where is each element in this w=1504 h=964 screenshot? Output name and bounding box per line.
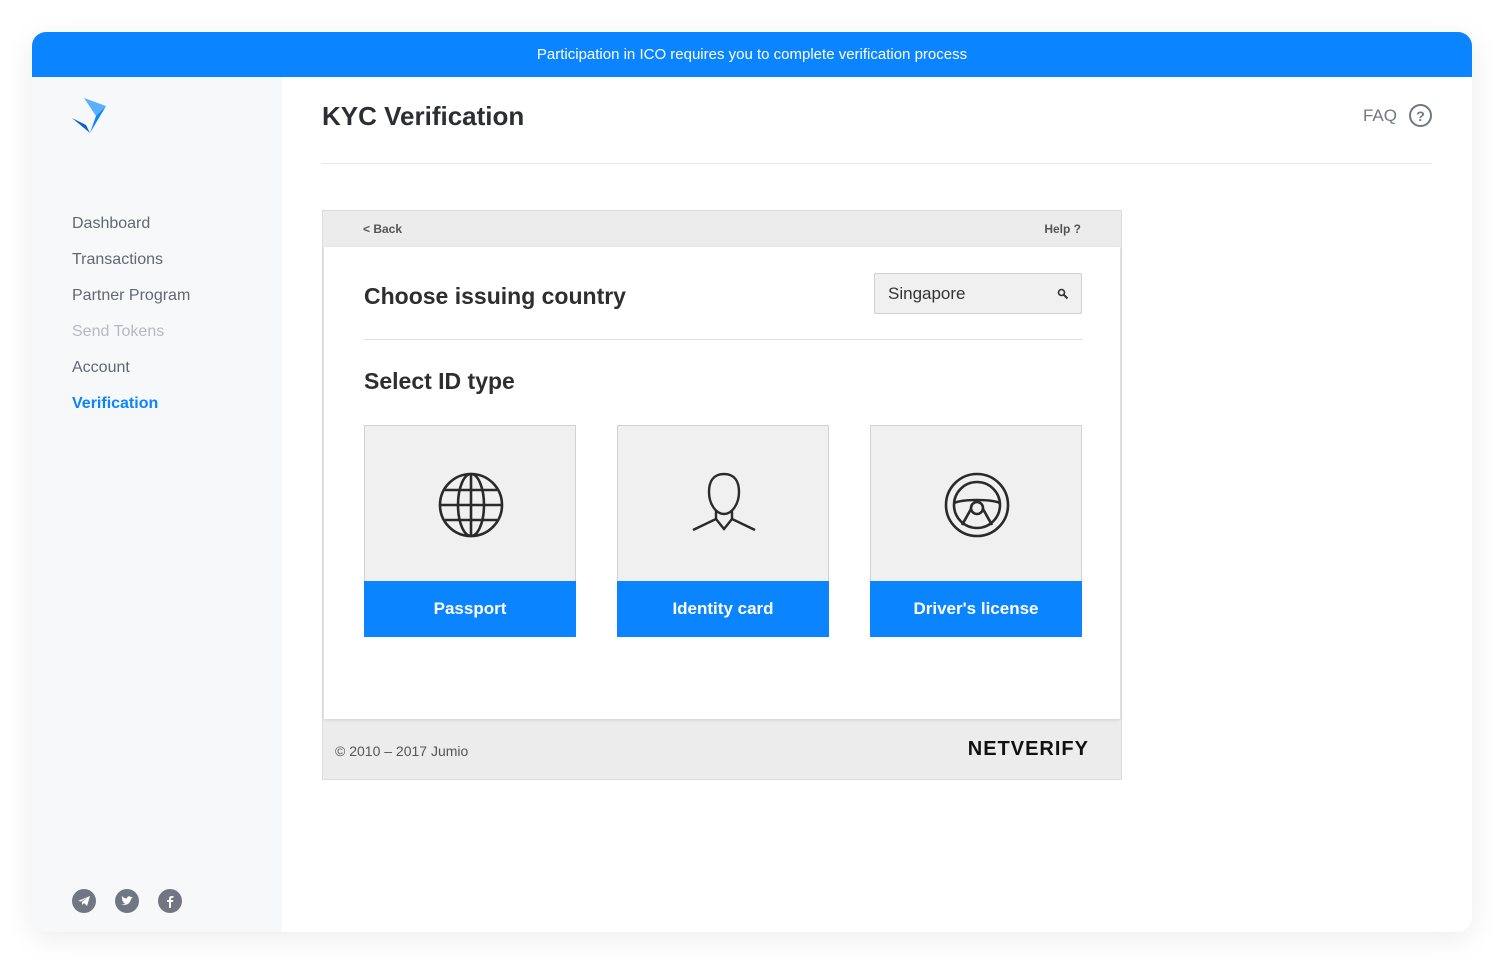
drivers-license-label: Driver's license [870, 581, 1082, 637]
drivers-license-option[interactable]: Driver's license [870, 425, 1082, 637]
passport-option[interactable]: Passport [364, 425, 576, 637]
sidebar-item-send-tokens[interactable]: Send Tokens [72, 323, 190, 359]
page-title: KYC Verification [322, 101, 525, 131]
kyc-widget: < Back Help ? Choose issuing country Sin… [322, 210, 1122, 780]
country-search-input[interactable]: Singapore [874, 273, 1082, 314]
identity-card-option[interactable]: Identity card [617, 425, 829, 637]
steering-wheel-icon [944, 472, 1010, 538]
header-divider [322, 163, 1432, 164]
sidebar-item-partner-program[interactable]: Partner Program [72, 287, 190, 323]
main-content: KYC Verification FAQ ? < Back Help ? Cho… [282, 77, 1472, 932]
widget-body: Choose issuing country Singapore Select … [324, 247, 1120, 719]
person-icon [692, 472, 756, 532]
sidebar-item-account[interactable]: Account [72, 359, 190, 395]
sidebar-item-dashboard[interactable]: Dashboard [72, 215, 190, 251]
globe-icon [438, 472, 504, 538]
back-link[interactable]: < Back [363, 222, 402, 236]
social-links [72, 889, 182, 913]
sidebar-item-transactions[interactable]: Transactions [72, 251, 190, 287]
sidebar-nav: Dashboard Transactions Partner Program S… [72, 215, 190, 431]
identity-card-label: Identity card [617, 581, 829, 637]
widget-divider [364, 339, 1082, 340]
choose-country-title: Choose issuing country [364, 283, 626, 309]
country-value: Singapore [888, 283, 966, 303]
search-icon [1057, 288, 1069, 299]
help-circle-icon: ? [1409, 104, 1432, 127]
app-logo-icon[interactable] [72, 98, 108, 134]
netverify-logo: NETVERIFY [967, 738, 1089, 760]
twitter-icon[interactable] [115, 889, 139, 913]
faq-label: FAQ [1362, 105, 1397, 125]
help-link[interactable]: Help ? [1044, 222, 1081, 236]
sidebar: Dashboard Transactions Partner Program S… [32, 77, 282, 932]
verification-banner: Participation in ICO requires you to com… [32, 32, 1472, 77]
banner-text: Participation in ICO requires you to com… [536, 46, 968, 63]
select-id-title: Select ID type [364, 368, 515, 394]
app-window: Participation in ICO requires you to com… [32, 32, 1472, 932]
sidebar-item-verification[interactable]: Verification [72, 395, 190, 431]
passport-label: Passport [364, 581, 576, 637]
copyright-text: © 2010 – 2017 Jumio [335, 743, 469, 759]
widget-topbar: < Back Help ? [323, 211, 1121, 246]
facebook-icon[interactable] [158, 889, 182, 913]
faq-link[interactable]: FAQ ? [1363, 104, 1432, 127]
telegram-icon[interactable] [72, 889, 96, 913]
